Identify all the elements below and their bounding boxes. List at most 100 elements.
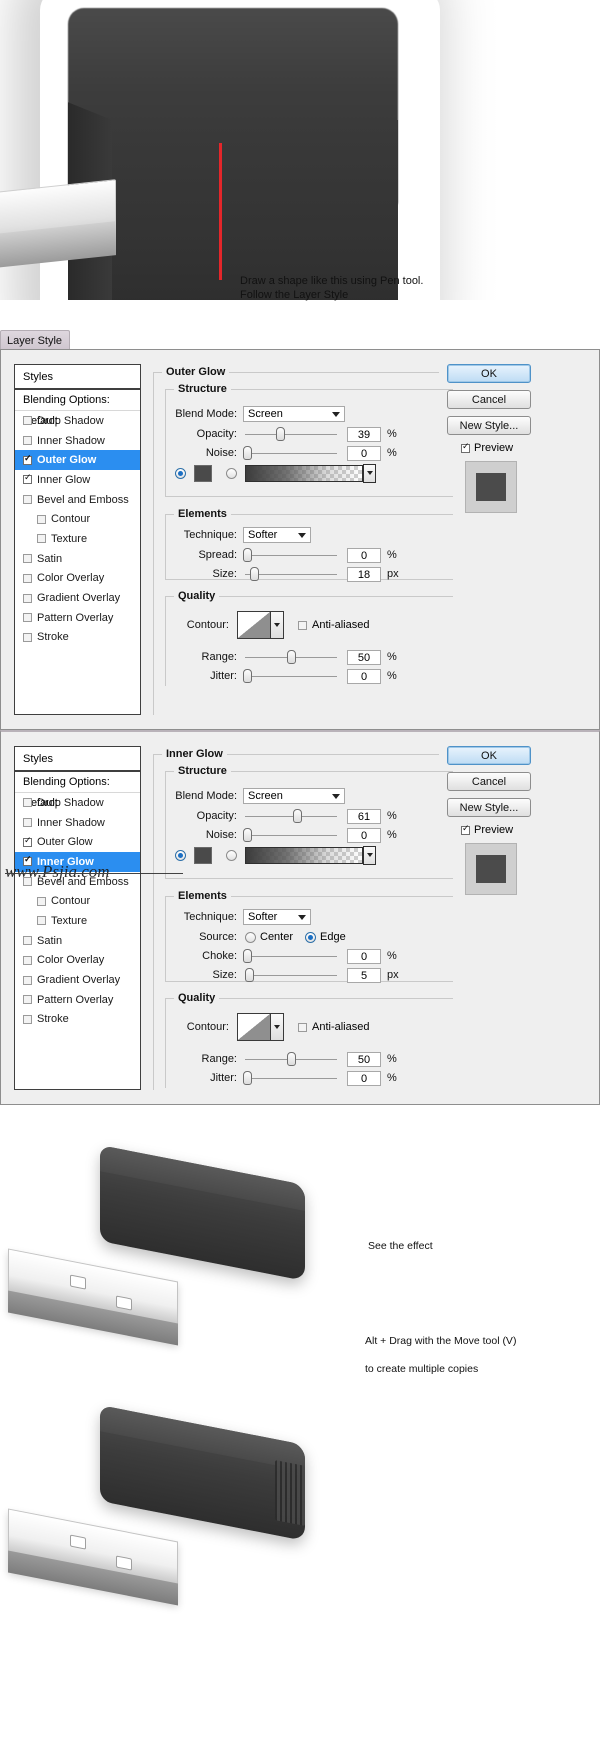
style-list-item-stroke[interactable]: Stroke xyxy=(15,1009,140,1030)
size-slider[interactable] xyxy=(245,567,337,581)
ok-button-2[interactable]: OK xyxy=(447,746,531,765)
style-item-checkbox[interactable] xyxy=(23,632,32,642)
contour-preview[interactable] xyxy=(237,611,271,639)
size-input[interactable]: 18 xyxy=(347,566,381,582)
opacity-input[interactable]: 39 xyxy=(347,426,381,442)
style-list-item-inner-glow[interactable]: Inner Glow xyxy=(15,470,140,490)
ok-button[interactable]: OK xyxy=(447,364,531,383)
glow-color-swatch[interactable] xyxy=(194,464,212,482)
choke-input[interactable]: 0 xyxy=(347,948,381,964)
style-item-checkbox[interactable] xyxy=(23,798,32,808)
style-list-item-gradient-overlay[interactable]: Gradient Overlay xyxy=(15,588,140,608)
size-slider-2[interactable] xyxy=(245,968,337,982)
style-item-checkbox[interactable] xyxy=(23,593,32,603)
size-slider-thumb[interactable] xyxy=(249,567,259,581)
opacity-slider[interactable] xyxy=(245,427,337,441)
preview-checkbox[interactable] xyxy=(461,441,470,453)
gradient-picker-button[interactable] xyxy=(363,463,376,483)
style-item-checkbox[interactable] xyxy=(37,916,46,926)
range-slider-2[interactable] xyxy=(245,1052,337,1066)
range-slider-thumb[interactable] xyxy=(287,650,297,664)
style-list-item-satin[interactable]: Satin xyxy=(15,548,140,569)
opacity-slider-thumb[interactable] xyxy=(276,427,286,441)
style-item-checkbox[interactable] xyxy=(37,514,46,524)
style-item-checkbox[interactable] xyxy=(23,436,32,446)
contour-preview-2[interactable] xyxy=(237,1013,271,1041)
range-slider-thumb-2[interactable] xyxy=(287,1052,297,1066)
style-list-item-stroke[interactable]: Stroke xyxy=(15,627,140,648)
style-list-item-texture[interactable]: Texture xyxy=(15,529,140,549)
range-input-2[interactable]: 50 xyxy=(347,1051,381,1067)
noise-slider-2[interactable] xyxy=(243,828,337,842)
spread-slider-thumb[interactable] xyxy=(243,548,253,562)
solid-color-radio[interactable] xyxy=(175,467,186,479)
style-list-item-contour[interactable]: Contour xyxy=(15,891,140,912)
style-item-checkbox[interactable] xyxy=(23,1014,32,1024)
style-list-item-outer-glow[interactable]: Outer Glow xyxy=(15,832,140,853)
layer-style-tab[interactable]: Layer Style xyxy=(0,330,70,350)
contour-picker-button[interactable] xyxy=(271,611,284,639)
size-input-2[interactable]: 5 xyxy=(347,967,381,983)
preview-toggle-2[interactable]: Preview xyxy=(461,823,587,836)
spread-input[interactable]: 0 xyxy=(347,547,381,563)
opacity-slider-2[interactable] xyxy=(245,809,337,823)
noise-slider[interactable] xyxy=(243,446,337,460)
contour-picker-button-2[interactable] xyxy=(271,1013,284,1041)
preview-toggle[interactable]: Preview xyxy=(461,441,587,454)
style-list-item-contour[interactable]: Contour xyxy=(15,509,140,530)
range-input[interactable]: 50 xyxy=(347,649,381,665)
blending-options-item-2[interactable]: Blending Options: Default xyxy=(15,772,140,809)
style-item-checkbox[interactable] xyxy=(23,495,32,505)
source-center-radio[interactable] xyxy=(245,931,256,943)
jitter-input-2[interactable]: 0 xyxy=(347,1070,381,1086)
style-list-item-color-overlay[interactable]: Color Overlay xyxy=(15,568,140,589)
preview-checkbox-2[interactable] xyxy=(461,823,470,835)
style-item-checkbox[interactable] xyxy=(23,955,32,965)
noise-input-2[interactable]: 0 xyxy=(347,827,381,843)
style-list-item-pattern-overlay[interactable]: Pattern Overlay xyxy=(15,607,140,628)
blend-mode-select[interactable]: Screen xyxy=(243,406,345,422)
gradient-radio-2[interactable] xyxy=(226,849,237,861)
technique-select-2[interactable]: Softer xyxy=(243,909,311,925)
noise-slider-thumb-2[interactable] xyxy=(243,828,253,842)
style-item-checkbox[interactable] xyxy=(23,472,32,485)
noise-input[interactable]: 0 xyxy=(347,445,381,461)
style-item-checkbox[interactable] xyxy=(23,573,32,583)
solid-color-radio-2[interactable] xyxy=(175,849,186,861)
gradient-preview[interactable] xyxy=(245,464,363,482)
anti-aliased-checkbox[interactable] xyxy=(298,620,307,630)
style-item-checkbox[interactable] xyxy=(23,818,32,828)
style-item-checkbox[interactable] xyxy=(23,554,32,564)
jitter-slider[interactable] xyxy=(243,669,337,683)
style-list-item-color-overlay[interactable]: Color Overlay xyxy=(15,950,140,971)
style-item-checkbox[interactable] xyxy=(23,453,32,465)
choke-slider-thumb[interactable] xyxy=(243,949,253,963)
cancel-button[interactable]: Cancel xyxy=(447,390,531,409)
style-item-checkbox[interactable] xyxy=(37,896,46,906)
source-edge-radio[interactable] xyxy=(305,931,317,943)
style-list-item-gradient-overlay[interactable]: Gradient Overlay xyxy=(15,970,140,990)
new-style-button[interactable]: New Style... xyxy=(447,416,531,435)
style-list-item-outer-glow[interactable]: Outer Glow xyxy=(15,450,140,471)
range-slider[interactable] xyxy=(245,650,337,664)
size-slider-thumb-2[interactable] xyxy=(245,968,254,982)
jitter-input[interactable]: 0 xyxy=(347,668,381,684)
style-item-checkbox[interactable] xyxy=(37,534,46,544)
style-item-checkbox[interactable] xyxy=(23,416,32,426)
jitter-slider-thumb[interactable] xyxy=(243,669,253,683)
gradient-preview-2[interactable] xyxy=(245,846,363,864)
new-style-button-2[interactable]: New Style... xyxy=(447,798,531,817)
gradient-radio[interactable] xyxy=(226,467,237,479)
anti-aliased-checkbox-2[interactable] xyxy=(298,1022,307,1032)
jitter-slider-thumb-2[interactable] xyxy=(243,1071,253,1085)
style-list-item-inner-shadow[interactable]: Inner Shadow xyxy=(15,812,140,833)
opacity-slider-thumb-2[interactable] xyxy=(292,809,302,823)
jitter-slider-2[interactable] xyxy=(243,1071,337,1085)
blend-mode-select-2[interactable]: Screen xyxy=(243,788,345,804)
style-item-checkbox[interactable] xyxy=(23,835,32,847)
style-list-item-texture[interactable]: Texture xyxy=(15,911,140,931)
spread-slider[interactable] xyxy=(243,548,337,562)
style-list-item-pattern-overlay[interactable]: Pattern Overlay xyxy=(15,989,140,1010)
glow-color-swatch-2[interactable] xyxy=(194,846,212,864)
style-list-item-bevel-and-emboss[interactable]: Bevel and Emboss xyxy=(15,489,140,510)
